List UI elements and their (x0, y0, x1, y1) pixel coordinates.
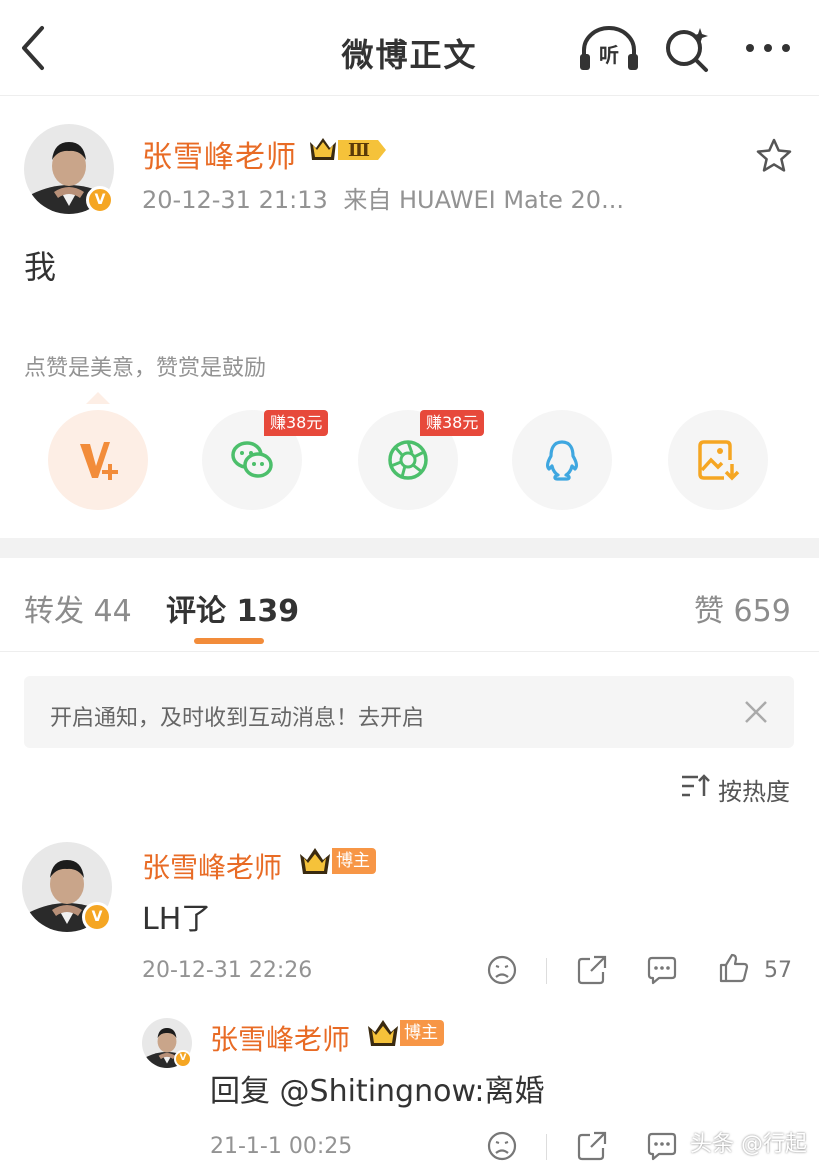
comment-time: 20-12-31 22:26 (142, 958, 313, 983)
more-options-icon[interactable] (742, 30, 794, 66)
thumbs-up-icon[interactable] (718, 952, 750, 988)
share-icon[interactable] (576, 954, 608, 990)
verified-v-badge-icon: V (82, 902, 112, 932)
reply-time: 21-1-1 00:25 (210, 1134, 353, 1159)
share-qq-button[interactable] (512, 410, 612, 510)
reply-author-name[interactable]: 张雪峰老师 (210, 1018, 350, 1058)
tab-likes[interactable]: 赞 659 (694, 586, 791, 630)
comment-author-avatar[interactable]: V (22, 842, 112, 932)
moments-aperture-icon (388, 440, 428, 480)
sort-label: 按热度 (718, 778, 790, 806)
post-meta: 20-12-31 21:13 来自 HUAWEI Mate 20... (142, 180, 624, 215)
wechat-icon (231, 441, 273, 478)
listen-label: 听 (599, 43, 619, 67)
post-source: 来自 HUAWEI Mate 20... (343, 186, 624, 214)
reward-button[interactable] (48, 410, 148, 510)
reward-tip: 点赞是美意，赞赏是鼓励 (24, 356, 267, 381)
qq-penguin-icon (545, 440, 579, 481)
author-name[interactable]: 张雪峰老师 (142, 132, 297, 176)
action-divider (546, 958, 547, 984)
post-timestamp: 20-12-31 21:13 (142, 186, 328, 214)
top-navigation-bar: 微博正文 听 (0, 0, 819, 96)
vip-level-badge[interactable]: Ⅲ (306, 134, 388, 170)
notification-text[interactable]: 开启通知，及时收到互动消息！去开启 (50, 700, 424, 732)
dislike-face-icon[interactable] (486, 954, 518, 990)
verified-v-badge-icon: V (86, 186, 114, 214)
promo-badge-wechat: 赚38元 (264, 410, 329, 436)
interaction-tabs: 转发 44 评论 139 赞 659 (0, 558, 819, 652)
vip-level-text: Ⅲ (348, 140, 370, 161)
tab-repost[interactable]: 转发 44 (24, 586, 132, 630)
section-divider (0, 538, 819, 558)
tip-pointer (86, 392, 110, 404)
favorite-star-icon[interactable] (754, 136, 794, 176)
promo-badge-moments: 赚38元 (420, 410, 485, 436)
crown-level-icon (300, 848, 330, 874)
blogger-badge-label: 博主 (332, 848, 376, 874)
reply-author-avatar[interactable]: V (142, 1018, 192, 1068)
reply-text: 回复 @Shitingnow:离婚 (210, 1074, 545, 1109)
dislike-face-icon[interactable] (486, 1130, 518, 1166)
verified-v-badge-icon: V (174, 1050, 192, 1068)
comment-bubble-icon[interactable] (646, 1130, 678, 1166)
active-tab-indicator (194, 638, 264, 644)
crown-level-icon (368, 1020, 398, 1046)
action-divider (546, 1134, 547, 1160)
like-count: 57 (764, 958, 792, 983)
save-image-button[interactable] (668, 410, 768, 510)
blogger-badge: 博主 (366, 1020, 444, 1046)
comment-text: LH了 (142, 902, 212, 937)
blogger-badge-label: 博主 (400, 1020, 444, 1046)
tab-comments[interactable]: 评论 139 (166, 586, 299, 630)
blogger-badge: 博主 (298, 848, 376, 874)
listen-headphones-icon[interactable]: 听 (578, 24, 640, 74)
sort-icon (682, 774, 710, 797)
comment-bubble-icon[interactable] (646, 954, 678, 990)
close-icon[interactable] (742, 698, 770, 726)
search-icon[interactable] (662, 24, 712, 74)
reward-v-plus-icon (80, 442, 118, 480)
watermark-text: 头条 @行起 (690, 1132, 807, 1157)
save-image-icon (698, 440, 740, 481)
comment-author-name[interactable]: 张雪峰老师 (142, 846, 282, 886)
post-content: 我 (24, 248, 57, 286)
notification-banner[interactable]: 开启通知，及时收到互动消息！去开启 (24, 676, 794, 748)
author-avatar[interactable]: V (24, 124, 114, 214)
share-icon[interactable] (576, 1130, 608, 1166)
